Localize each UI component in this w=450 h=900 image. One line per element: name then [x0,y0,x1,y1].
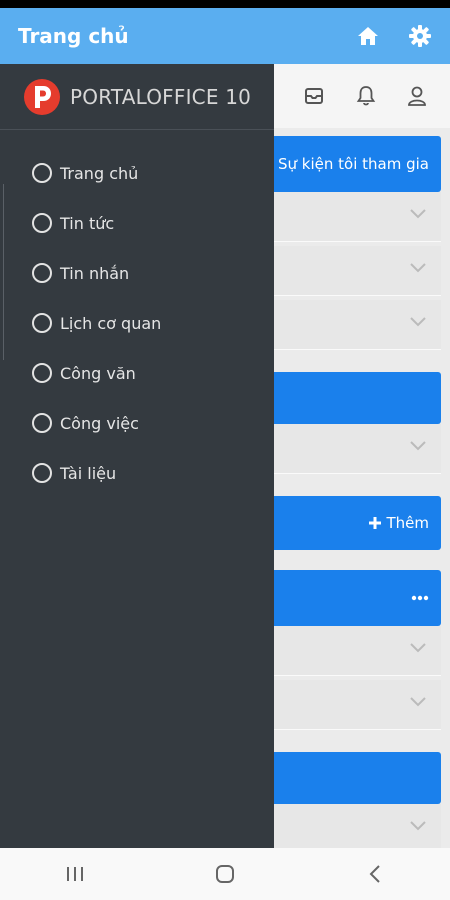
navigation-drawer: PORTALOFFICE 10 Trang chủ Tin tức Tin nh… [0,64,274,848]
drawer-item-lich-co-quan[interactable]: Lịch cơ quan [0,298,274,348]
gear-icon[interactable] [406,22,434,50]
plus-icon [369,517,382,529]
recents-icon[interactable] [55,854,95,894]
add-button[interactable]: Thêm [368,514,429,532]
drawer-item-label: Lịch cơ quan [60,313,162,333]
drawer-edge [0,184,4,360]
chevron-down-icon [410,643,426,653]
chevron-down-icon [410,697,426,707]
circle-icon [32,313,52,333]
circle-icon [32,463,52,483]
home-icon[interactable] [354,22,382,50]
drawer-item-label: Tin nhắn [60,263,130,283]
app-bar: Trang chủ [0,8,450,64]
circle-icon [32,363,52,383]
chevron-down-icon [410,209,426,219]
circle-icon [32,263,52,283]
circle-icon [32,413,52,433]
drawer-item-label: Công văn [60,363,136,383]
user-icon[interactable] [405,84,429,108]
circle-icon [32,163,52,183]
drawer-brand: PORTALOFFICE 10 [0,64,274,130]
drawer-item-label: Tài liệu [60,463,117,483]
drawer-item-tin-tuc[interactable]: Tin tức [0,198,274,248]
drawer-item-label: Trang chủ [60,163,139,183]
drawer-item-cong-van[interactable]: Công văn [0,348,274,398]
events-bar-label: Sự kiện tôi tham gia [278,155,429,173]
system-nav-bar [0,848,450,900]
drawer-menu: Trang chủ Tin tức Tin nhắn Lịch cơ quan … [0,148,274,498]
chevron-down-icon [410,441,426,451]
drawer-item-label: Công việc [60,413,139,433]
mail-icon[interactable] [302,84,326,108]
brand-name: PORTALOFFICE 10 [70,84,252,109]
add-button-label: Thêm [386,514,429,532]
bell-icon[interactable] [354,84,378,108]
more-icon[interactable] [411,595,429,601]
status-bar [0,0,450,8]
chevron-down-icon [410,821,426,831]
chevron-down-icon [410,317,426,327]
drawer-item-label: Tin tức [60,213,115,233]
app-bar-title: Trang chủ [18,24,129,48]
drawer-item-tin-nhan[interactable]: Tin nhắn [0,248,274,298]
chevron-down-icon [410,263,426,273]
home-nav-icon[interactable] [205,854,245,894]
back-icon[interactable] [355,854,395,894]
drawer-item-tai-lieu[interactable]: Tài liệu [0,448,274,498]
drawer-item-trang-chu[interactable]: Trang chủ [0,148,274,198]
drawer-item-cong-viec[interactable]: Công việc [0,398,274,448]
portaloffice-logo [24,78,60,115]
circle-icon [32,213,52,233]
